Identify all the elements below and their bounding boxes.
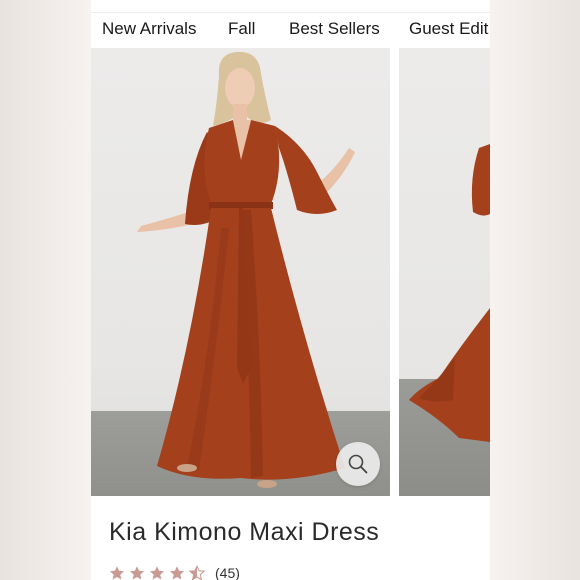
nav-item-best-sellers[interactable]: Best Sellers — [289, 19, 380, 39]
product-image-main[interactable] — [91, 48, 390, 496]
model-in-dress-partial-illustration — [409, 144, 490, 442]
product-title: Kia Kimono Maxi Dress — [109, 518, 380, 546]
review-count[interactable]: (45) — [215, 565, 240, 580]
nav-item-fall[interactable]: Fall — [228, 19, 255, 39]
star-icon — [109, 566, 125, 580]
product-rating[interactable]: (45) — [109, 563, 240, 580]
half-star-icon — [189, 565, 205, 580]
category-nav: New Arrivals Fall Best Sellers Guest Edi… — [91, 12, 490, 49]
star-icon — [149, 566, 165, 580]
star-icon — [129, 566, 145, 580]
model-in-dress-illustration — [137, 51, 355, 488]
nav-item-guest-edit[interactable]: Guest Edit — [409, 19, 488, 39]
star-icon — [169, 566, 185, 580]
search-icon — [348, 454, 368, 474]
product-screen: New Arrivals Fall Best Sellers Guest Edi… — [91, 0, 490, 580]
nav-item-new-arrivals[interactable]: New Arrivals — [102, 19, 196, 39]
product-image-next-peek[interactable] — [399, 48, 490, 496]
left-background-blur — [0, 0, 91, 580]
zoom-button[interactable] — [336, 442, 380, 486]
right-background-blur — [490, 0, 580, 580]
product-image-carousel[interactable] — [91, 48, 490, 497]
